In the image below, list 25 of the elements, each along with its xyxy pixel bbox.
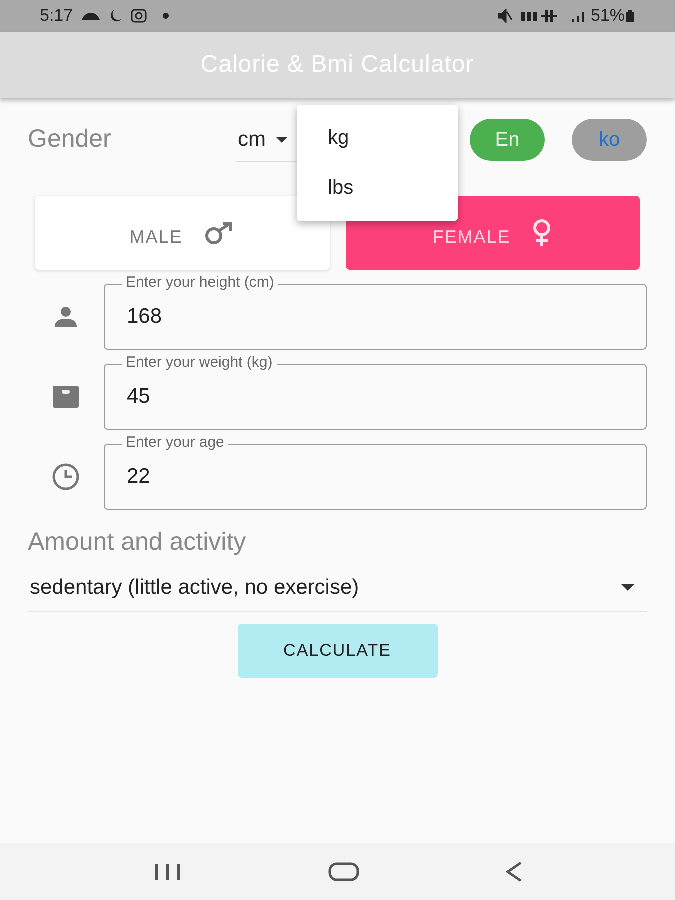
calculate-button[interactable]: CALCULATE <box>238 624 438 678</box>
clock-icon <box>52 463 80 491</box>
person-icon <box>53 306 79 328</box>
female-icon <box>530 219 553 247</box>
caret-icon <box>276 136 288 142</box>
field-label: Enter your weight (kg) <box>122 353 277 373</box>
male-icon <box>202 221 235 245</box>
activity-label: Amount and activity <box>28 527 248 558</box>
camera-icon <box>131 9 148 23</box>
back-icon[interactable] <box>504 860 522 882</box>
mute-icon <box>496 9 513 23</box>
gender-label: Gender <box>28 124 112 156</box>
status-time: 5:17 <box>40 5 74 28</box>
battery-icon <box>625 9 635 23</box>
home-icon[interactable] <box>328 862 360 882</box>
moon-icon <box>109 9 124 23</box>
recent-apps-icon[interactable] <box>152 862 182 880</box>
field-label: Enter your height (cm) <box>122 273 278 293</box>
signal-icon <box>570 9 587 23</box>
male-button[interactable]: MALE <box>35 196 330 270</box>
scale-icon <box>52 385 80 409</box>
battery-percent: 51% <box>590 5 625 28</box>
caret-icon <box>621 584 635 591</box>
dot-icon <box>163 13 170 19</box>
activity-dropdown[interactable]: sedentary (little active, no exercise) <box>28 568 647 612</box>
